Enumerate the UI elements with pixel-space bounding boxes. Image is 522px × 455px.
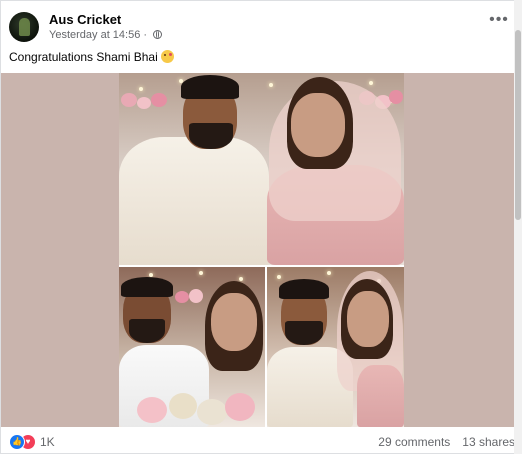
reaction-count[interactable]: 1K xyxy=(40,435,55,449)
comments-count-link[interactable]: 29 comments xyxy=(378,435,450,449)
kissing-face-emoji-icon xyxy=(160,50,174,63)
page-name-link[interactable]: Aus Cricket xyxy=(49,12,121,27)
meta-separator: · xyxy=(143,29,148,41)
shares-count-link[interactable]: 13 shares xyxy=(462,435,515,449)
post-message: Congratulations Shami Bhai xyxy=(9,50,158,64)
like-icon: 👍 xyxy=(9,434,25,450)
ellipsis-icon: ••• xyxy=(489,11,509,28)
page-avatar[interactable] xyxy=(9,12,39,42)
couple-photo-bottom-left[interactable] xyxy=(119,267,265,427)
post-header: Aus Cricket Yesterday at 14:56 · xyxy=(9,11,509,45)
post-options-button[interactable]: ••• xyxy=(489,12,509,29)
photo-collage xyxy=(119,73,404,427)
globe-icon[interactable] xyxy=(153,30,163,39)
post-meta: Yesterday at 14:56 · xyxy=(49,29,163,41)
couple-photo-bottom-right[interactable] xyxy=(267,267,404,427)
post-media xyxy=(1,73,515,427)
scrollbar-thumb[interactable] xyxy=(515,30,521,220)
post-stats: 29 comments 13 shares xyxy=(378,435,515,449)
scrollbar[interactable] xyxy=(514,0,522,454)
feed-post: Aus Cricket Yesterday at 14:56 · ••• Con… xyxy=(0,0,522,454)
couple-photo-top[interactable] xyxy=(119,73,404,265)
post-text: Congratulations Shami Bhai xyxy=(9,50,174,64)
post-timestamp[interactable]: Yesterday at 14:56 xyxy=(49,29,140,41)
post-footer: 👍 ♥ 1K 29 comments 13 shares xyxy=(1,427,515,455)
